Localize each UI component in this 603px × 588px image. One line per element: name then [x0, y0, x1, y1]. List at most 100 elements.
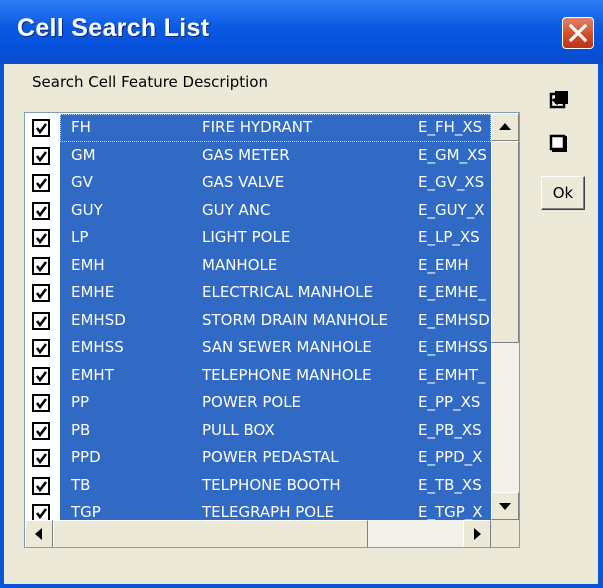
- row-cell-name: E_EMH: [418, 255, 469, 274]
- row-checkbox[interactable]: [32, 201, 50, 220]
- horizontal-scroll-thumb[interactable]: [53, 520, 368, 547]
- row-description: FIRE HYDRANT: [202, 118, 313, 136]
- cell-list-rows: FH FIRE HYDRANT E_FH_XS GM GAS METER E_GM_XS G…: [26, 114, 491, 527]
- checkmark-icon: [35, 315, 48, 327]
- row-description: POWER PEDASTAL: [202, 448, 339, 466]
- select-all-button[interactable]: [549, 88, 571, 115]
- list-item[interactable]: EMHSS SAN SEWER MANHOLE E_EMHSS: [26, 334, 491, 362]
- row-cell-name: E_GV_XS: [418, 173, 485, 191]
- row-description: POWER POLE: [202, 393, 302, 411]
- checkmark-icon: [35, 453, 48, 465]
- list-item[interactable]: FH FIRE HYDRANT E_FH_XS: [26, 114, 491, 142]
- checkmark-icon: [35, 178, 48, 190]
- checkmark-icon: [35, 123, 48, 135]
- vertical-scroll-thumb[interactable]: [491, 141, 519, 343]
- row-description: LIGHT POLE: [202, 228, 291, 246]
- arrow-right-icon: [474, 528, 481, 540]
- checkmark-icon: [35, 480, 48, 492]
- row-description: TELEPHONE MANHOLE: [202, 365, 372, 384]
- horizontal-scrollbar[interactable]: [25, 520, 491, 547]
- list-item[interactable]: PPD POWER PEDASTAL E_PPD_X: [26, 444, 491, 472]
- list-item[interactable]: EMHSD STORM DRAIN MANHOLE E_EMHSD: [26, 306, 491, 334]
- row-cell-name: E_LP_XS: [418, 228, 480, 246]
- row-code: GUY: [71, 200, 103, 219]
- arrow-left-icon: [35, 528, 42, 540]
- list-item[interactable]: PP POWER POLE E_PP_XS: [26, 389, 491, 417]
- list-item[interactable]: PB PULL BOX E_PB_XS: [26, 416, 491, 444]
- row-checkbox[interactable]: [32, 284, 50, 302]
- row-checkbox[interactable]: [32, 339, 50, 357]
- scroll-up-button[interactable]: [491, 113, 519, 141]
- scroll-right-button[interactable]: [463, 520, 491, 547]
- checkmark-icon: [35, 150, 48, 162]
- row-cell-name: E_GM_XS: [418, 145, 487, 164]
- row-code: PPD: [71, 448, 101, 466]
- row-checkbox[interactable]: [32, 174, 50, 192]
- list-item[interactable]: EMH MANHOLE E_EMH: [26, 251, 491, 279]
- list-item[interactable]: EMHE ELECTRICAL MANHOLE E_EMHE_: [26, 279, 491, 307]
- row-code: PB: [71, 420, 91, 439]
- row-code: EMHE: [71, 283, 115, 301]
- window-title: Cell Search List: [17, 14, 210, 42]
- row-cell-name: E_EMHSS: [418, 338, 488, 356]
- row-checkbox[interactable]: [32, 229, 50, 247]
- row-code: GV: [71, 173, 93, 191]
- row-code: GM: [71, 145, 96, 164]
- checkmark-icon: [35, 398, 48, 410]
- checkmark-icon: [35, 288, 48, 300]
- list-item[interactable]: TB TELPHONE BOOTH E_TB_XS: [26, 471, 491, 499]
- checkmark-icon: [35, 508, 48, 520]
- list-item[interactable]: GV GAS VALVE E_GV_XS: [26, 169, 491, 197]
- row-code: EMHSS: [71, 338, 124, 356]
- row-checkbox[interactable]: [32, 449, 50, 467]
- scroll-down-button[interactable]: [491, 492, 519, 520]
- row-checkbox[interactable]: [32, 146, 50, 165]
- list-item[interactable]: LP LIGHT POLE E_LP_XS: [26, 224, 491, 252]
- checkmark-icon: [35, 370, 48, 382]
- row-checkbox[interactable]: [32, 366, 50, 385]
- row-checkbox[interactable]: [32, 421, 50, 440]
- row-code: TB: [71, 475, 91, 494]
- cell-list[interactable]: FH FIRE HYDRANT E_FH_XS GM GAS METER E_GM_XS G…: [24, 112, 520, 548]
- arrow-up-icon: [499, 123, 511, 130]
- scroll-corner: [491, 520, 519, 547]
- scroll-left-button[interactable]: [25, 520, 53, 547]
- row-cell-name: E_EMHE_: [418, 283, 486, 301]
- row-code: LP: [71, 228, 89, 246]
- checkmark-icon: [35, 205, 48, 217]
- row-cell-name: E_TB_XS: [418, 475, 482, 494]
- row-description: SAN SEWER MANHOLE: [202, 338, 372, 356]
- row-checkbox[interactable]: [32, 394, 50, 412]
- row-checkbox[interactable]: [32, 119, 50, 137]
- row-checkbox[interactable]: [32, 476, 50, 495]
- list-item[interactable]: GM GAS METER E_GM_XS: [26, 141, 491, 169]
- row-cell-name: E_PPD_X: [418, 448, 483, 466]
- vertical-scrollbar[interactable]: [491, 113, 519, 520]
- list-item[interactable]: GUY GUY ANC E_GUY_X: [26, 196, 491, 224]
- row-description: PULL BOX: [202, 420, 275, 439]
- clear-all-button[interactable]: [549, 132, 571, 159]
- row-description: TELPHONE BOOTH: [202, 475, 341, 494]
- close-icon: [568, 23, 588, 43]
- row-code: PP: [71, 393, 90, 411]
- arrow-down-icon: [499, 503, 511, 510]
- row-description: ELECTRICAL MANHOLE: [202, 283, 373, 301]
- uncheck-all-icon: [549, 134, 567, 152]
- title-bar[interactable]: Cell Search List: [0, 0, 603, 64]
- row-description: GUY ANC: [202, 200, 271, 219]
- row-cell-name: E_PB_XS: [418, 420, 482, 439]
- row-checkbox[interactable]: [32, 311, 50, 330]
- row-code: EMH: [71, 255, 105, 274]
- ok-button[interactable]: Ok: [541, 176, 585, 210]
- row-code: TGP: [71, 503, 101, 521]
- row-description: GAS METER: [202, 145, 290, 164]
- list-item[interactable]: EMHT TELEPHONE MANHOLE E_EMHT_: [26, 361, 491, 389]
- row-cell-name: E_EMHSD: [418, 310, 490, 329]
- row-description: TELEGRAPH POLE: [202, 503, 334, 521]
- checkmark-icon: [35, 260, 48, 272]
- cell-search-window: Cell Search List Search Cell Feature Des…: [0, 0, 603, 588]
- checkmark-icon: [35, 233, 48, 245]
- row-checkbox[interactable]: [32, 256, 50, 275]
- row-code: EMHT: [71, 365, 114, 384]
- close-button[interactable]: [562, 17, 594, 49]
